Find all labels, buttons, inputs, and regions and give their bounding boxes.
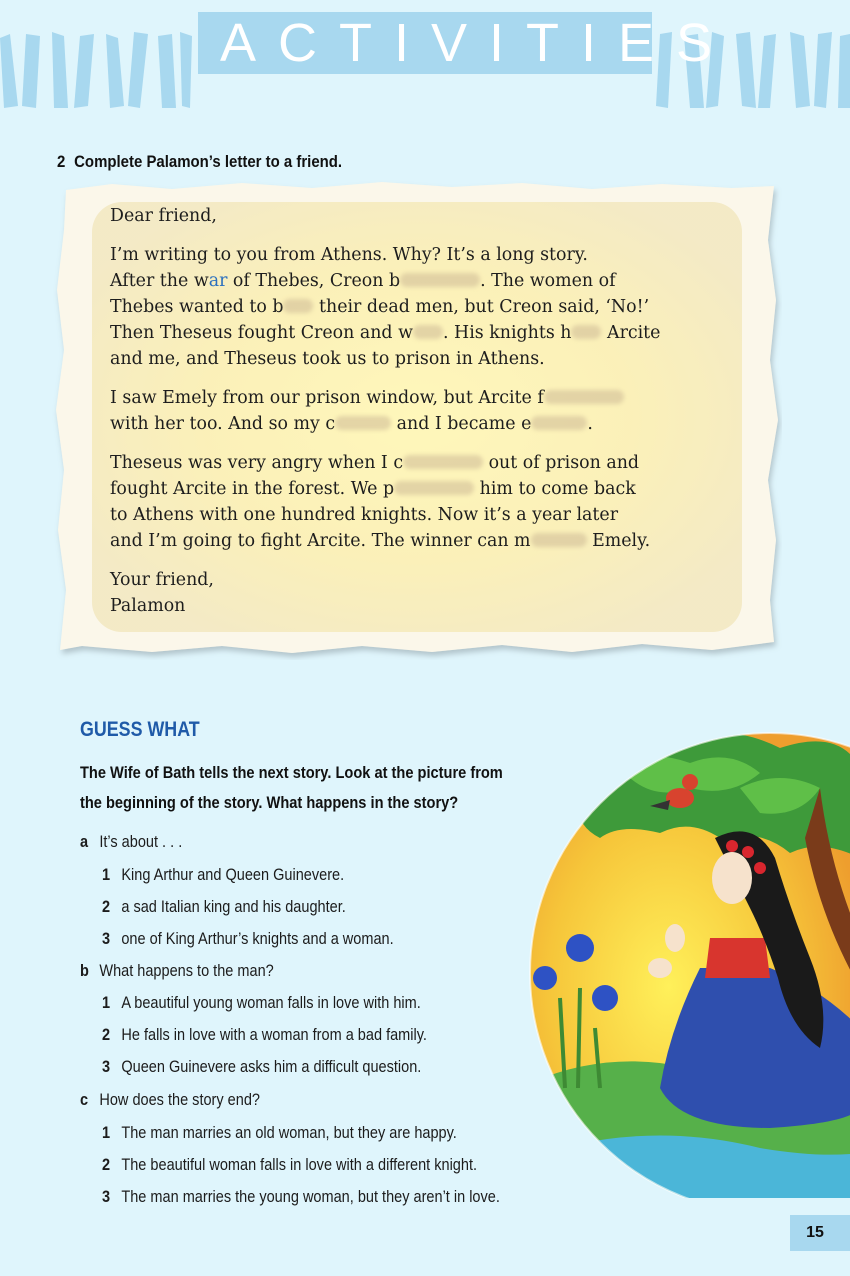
option-b-3[interactable]: 3 Queen Guinevere asks him a difficult qu…	[102, 1058, 421, 1077]
page-title: ACTIVITIES	[220, 13, 735, 73]
exercise-instruction: Complete Palamon’s letter to a friend.	[74, 152, 343, 171]
option-a-2[interactable]: 2a sad Italian king and his daughter.	[102, 898, 346, 917]
guess-what-heading: GUESS WHAT	[80, 718, 200, 741]
answer-blank[interactable]	[403, 455, 484, 469]
answer-blank[interactable]	[571, 325, 602, 339]
option-b-2[interactable]: 2 He falls in love with a woman from a ba…	[102, 1026, 427, 1045]
lady-in-garden-illustration	[529, 732, 850, 1198]
question-b: b What happens to the man?	[80, 962, 274, 980]
page-number: 15	[806, 1224, 824, 1241]
answer-blank[interactable]	[283, 299, 314, 313]
option-a-3[interactable]: 3 one of King Arthur’s knights and a woma…	[102, 930, 394, 949]
guess-what-intro: The Wife of Bath tells the next story. L…	[80, 763, 503, 812]
option-c-2[interactable]: 2 The beautiful woman falls in love with …	[102, 1156, 477, 1175]
letter-signature: Palamon	[110, 596, 186, 616]
example-answer: ar	[208, 271, 228, 291]
answer-blank[interactable]	[531, 416, 588, 430]
letter-closing: Your friend, Palamon	[110, 570, 214, 616]
answer-blank[interactable]	[400, 273, 481, 287]
answer-blank[interactable]	[543, 390, 624, 404]
exercise-heading: 2 Complete Palamon’s letter to a friend.	[57, 152, 342, 172]
letter-body: Dear friend, I’m writing to you from Ath…	[110, 203, 750, 619]
option-c-3[interactable]: 3 The man marries the young woman, but th…	[102, 1188, 500, 1207]
question-a: a It’s about . . .	[80, 833, 183, 851]
answer-blank[interactable]	[335, 416, 392, 430]
option-c-1[interactable]: 1 The man marries an old woman, but they …	[102, 1124, 457, 1143]
letter-paragraph-2: I saw Emely from our prison window, but …	[110, 385, 750, 437]
letter-greeting: Dear friend,	[110, 206, 217, 226]
option-b-1[interactable]: 1A beautiful young woman falls in love w…	[102, 994, 421, 1013]
option-a-1[interactable]: 1 King Arthur and Queen Guinevere.	[102, 866, 344, 885]
question-c: c How does the story end?	[80, 1091, 260, 1109]
answer-blank[interactable]	[412, 325, 443, 339]
answer-blank[interactable]	[394, 481, 475, 495]
exercise-number: 2	[57, 152, 66, 171]
letter-paragraph-1: I’m writing to you from Athens. Why? It’…	[110, 245, 661, 369]
answer-blank[interactable]	[530, 533, 587, 547]
letter-paragraph-3: Theseus was very angry when I c out of p…	[110, 453, 651, 551]
